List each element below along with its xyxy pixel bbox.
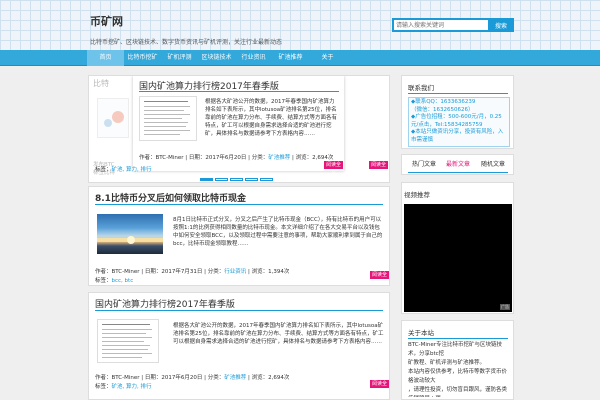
slide-thumbnail[interactable] xyxy=(139,96,197,141)
slider-dot[interactable] xyxy=(245,178,258,181)
post-title[interactable]: 8.1比特币分叉后如何领取比特币现金 xyxy=(95,191,385,204)
contact-ad[interactable]: ◆广告位招租：500-600元/月，0.25元/点击，Tel:158342857… xyxy=(411,114,507,129)
slide-meta: 作者：BTC-Miner | 日期：2017年6月20日 | 分类：矿池推荐 |… xyxy=(139,155,334,161)
about-title: 关于本站 xyxy=(408,329,434,337)
video-title: 视频推荐 xyxy=(404,191,430,199)
post-meta: 作者：BTC-Miner | 日期：2017年7月31日 | 分类：行业资讯 |… xyxy=(95,269,290,275)
ghost-map-thumbnail xyxy=(97,98,129,138)
contact-box: ◆联系QQ：1633636239 （微信：1632650626） ◆广告位招租：… xyxy=(408,97,510,147)
video-player[interactable]: 广告 xyxy=(404,204,512,312)
slider-dot[interactable] xyxy=(230,178,243,181)
site-description: 比特币挖矿、区块链技术、数字货币资讯与矿机评测，关注行业最新动态 xyxy=(90,39,283,46)
sidebar-video-widget: 视频推荐 广告 xyxy=(401,182,514,314)
sidebar-tabs-widget: 热门文章 最新文章 随机文章 xyxy=(401,154,514,175)
nav-item-about[interactable]: 关于 xyxy=(309,50,346,66)
sunset-thumbnail[interactable] xyxy=(97,214,163,254)
site-header: 币矿网 比特币挖矿、区块链技术、数字货币资讯与矿机评测，关注行业最新动态 搜索 xyxy=(0,0,600,50)
search-input[interactable] xyxy=(394,20,488,30)
slide-read-more-button[interactable]: 阅读全文 xyxy=(324,161,343,176)
slide-tags-links[interactable]: 矿池, 算力, 排行 xyxy=(112,167,152,173)
about-text: BTC-Miner专注比特币挖矿与区块链技术，分享btc挖 矿教程、矿机评测与矿… xyxy=(408,342,508,397)
post-tags-links[interactable]: bcc, btc xyxy=(112,278,134,284)
post-tags: 标签：bcc, btc xyxy=(95,278,134,284)
slide-category-link[interactable]: 矿池推荐 xyxy=(268,155,290,161)
read-more-button[interactable]: 阅读全文 xyxy=(370,271,389,286)
post-category-link[interactable]: 矿池推荐 xyxy=(224,375,246,381)
post-title[interactable]: 国内矿池算力排行榜2017年春季版 xyxy=(95,297,385,310)
post-tags-links[interactable]: 矿池, 算力, 排行 xyxy=(112,384,152,390)
post-card: 国内矿池算力排行榜2017年春季版 根据各大矿池公开的数据，2017年春季国内矿… xyxy=(88,292,390,400)
post-tags: 标签：矿池, 算力, 排行 xyxy=(95,384,152,390)
contact-wechat[interactable]: （微信：1632650626） xyxy=(411,107,507,115)
nav-item-mining[interactable]: 比特币挖矿 xyxy=(124,50,161,66)
slide-current: 国内矿池算力排行榜2017年春季版 根据各大矿池公开的数据，2017年春季国内矿… xyxy=(133,76,344,171)
contact-notice: ◆本站只做资讯分享，投资有风险，入市需谨慎 xyxy=(411,129,504,143)
ghost-title: 比特 xyxy=(93,79,109,88)
post-card: 8.1比特币分叉后如何领取比特币现金 8月1日比特币正式分叉，分叉之后产生了比特… xyxy=(88,186,390,286)
nav-item-home[interactable]: 首页 xyxy=(87,50,124,66)
slide-tags: 标签：矿池, 算力, 排行 xyxy=(95,167,152,173)
slider-dot[interactable] xyxy=(215,178,228,181)
nav-item-blockchain[interactable]: 区块链技术 xyxy=(198,50,235,66)
tab-random[interactable]: 随机文章 xyxy=(478,160,508,170)
slide-read-more-button-next[interactable]: 阅读全文 xyxy=(369,161,388,176)
slider-dot[interactable] xyxy=(200,178,213,181)
slide-excerpt: 根据各大矿池公开的数据，2017年春季国内矿池算力排名如下表所示，其中lotus… xyxy=(205,99,338,137)
sidebar-contact-widget: 联系我们 ◆联系QQ：1633636239 （微信：1632650626） ◆广… xyxy=(401,75,514,149)
search-form: 搜索 xyxy=(392,18,514,32)
contact-title: 联系我们 xyxy=(408,84,434,92)
post-excerpt: 8月1日比特币正式分叉，分叉之后产生了比特币现金（BCC），持有比特币的用户可以… xyxy=(173,217,383,247)
slider-dots xyxy=(200,178,273,181)
tab-hot[interactable]: 热门文章 xyxy=(409,160,439,170)
post-category-link[interactable]: 行业资讯 xyxy=(224,269,246,275)
contact-qq[interactable]: ◆联系QQ：1633636239 xyxy=(411,99,507,107)
post-meta: 作者：BTC-Miner | 日期：2017年6月20日 | 分类：矿池推荐 |… xyxy=(95,375,290,381)
nav-item-reviews[interactable]: 矿机评测 xyxy=(161,50,198,66)
tab-latest[interactable]: 最新文章 xyxy=(443,160,473,170)
slider-dot[interactable] xyxy=(260,178,273,181)
post-thumbnail[interactable] xyxy=(97,319,159,363)
slide-ghost-left[interactable]: 比特 发布BTC 标签比特 xyxy=(93,78,133,178)
nav-item-pools[interactable]: 矿池推荐 xyxy=(272,50,309,66)
main-nav: 首页 比特币挖矿 矿机评测 区块链技术 行业资讯 矿池推荐 关于 xyxy=(0,50,600,66)
read-more-button[interactable]: 阅读全文 xyxy=(370,380,389,395)
post-excerpt: 根据各大矿池公开的数据，2017年春季国内矿池算力排名如下表所示，其中lotus… xyxy=(173,323,384,345)
ad-badge: 广告 xyxy=(500,304,510,310)
sidebar-about-widget: 关于本站 BTC-Miner专注比特币挖矿与区块链技术，分享btc挖 矿教程、矿… xyxy=(401,320,514,400)
search-button[interactable]: 搜索 xyxy=(489,19,513,31)
featured-slider: 比特 发布BTC 标签比特 国内矿池算力排行榜2017年春季版 根据各大矿池公开… xyxy=(88,75,390,183)
site-title[interactable]: 币矿网 xyxy=(90,13,123,29)
nav-item-news[interactable]: 行业资讯 xyxy=(235,50,272,66)
